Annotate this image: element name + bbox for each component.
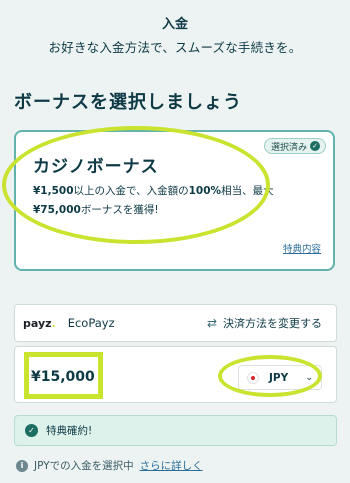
currency-label: JPY: [269, 371, 289, 384]
bonus-confirmed-label: 特典確約!: [46, 425, 93, 437]
japan-flag-icon: [247, 371, 259, 384]
payment-method-name: EcoPayz: [67, 316, 115, 330]
page-subtitle: お好きな入金方法で、スムーズな手続きを。: [48, 40, 302, 55]
currency-info-line: i JPYでの入金を選択中 さらに詳しく: [16, 458, 203, 473]
casino-bonus-card[interactable]: 選択済み ✓ カジノボーナス ¥1,500以上の入金で、入金額の100%相当、最…: [14, 130, 335, 271]
bonus-description: ¥1,500以上の入金で、入金額の100%相当、最大 ¥75,000ボーナスを獲…: [33, 182, 323, 220]
swap-icon: ⇄: [206, 316, 217, 330]
bonus-min-deposit: ¥1,500: [33, 185, 74, 197]
currency-info-text: JPYでの入金を選択中: [34, 460, 134, 472]
payz-logo-text: payz: [23, 316, 52, 330]
bonus-title: カジノボーナス: [33, 157, 159, 177]
payment-method-row: payz. EcoPayz ⇄ 決済方法を変更する: [14, 304, 337, 342]
bonus-confirmed-bar: ✓ 特典確約!: [14, 415, 337, 446]
amount-input[interactable]: ¥15,000: [31, 369, 95, 385]
bonus-details-link[interactable]: 特典内容: [283, 241, 321, 255]
check-circle-icon: ✓: [25, 424, 38, 437]
bonus-max-amount: ¥75,000: [33, 204, 81, 216]
change-method-button[interactable]: ⇄ 決済方法を変更する: [207, 315, 322, 331]
page-title: 入金: [161, 17, 188, 32]
chevron-down-icon: ⌄: [305, 372, 313, 383]
currency-select[interactable]: JPY ⌄: [238, 365, 322, 390]
bonus-desc-text-1: 以上の入金で、入金額の: [73, 185, 189, 197]
bonus-desc-text-3: ボーナスを獲得!: [80, 204, 159, 216]
amount-row: ¥15,000 JPY ⌄: [14, 346, 337, 403]
learn-more-link[interactable]: さらに詳しく: [140, 458, 203, 473]
selected-badge: 選択済み ✓: [263, 138, 326, 154]
info-icon: i: [16, 459, 28, 472]
bonus-percent: 100%: [188, 185, 222, 197]
bonus-section-title: ボーナスを選択しましょう: [14, 92, 242, 113]
change-method-label: 決済方法を変更する: [223, 317, 322, 330]
payz-logo: payz.: [23, 316, 56, 330]
bonus-desc-text-2: 相当、最大: [221, 185, 274, 197]
selected-badge-label: 選択済み: [270, 142, 307, 153]
check-icon: ✓: [310, 141, 320, 151]
